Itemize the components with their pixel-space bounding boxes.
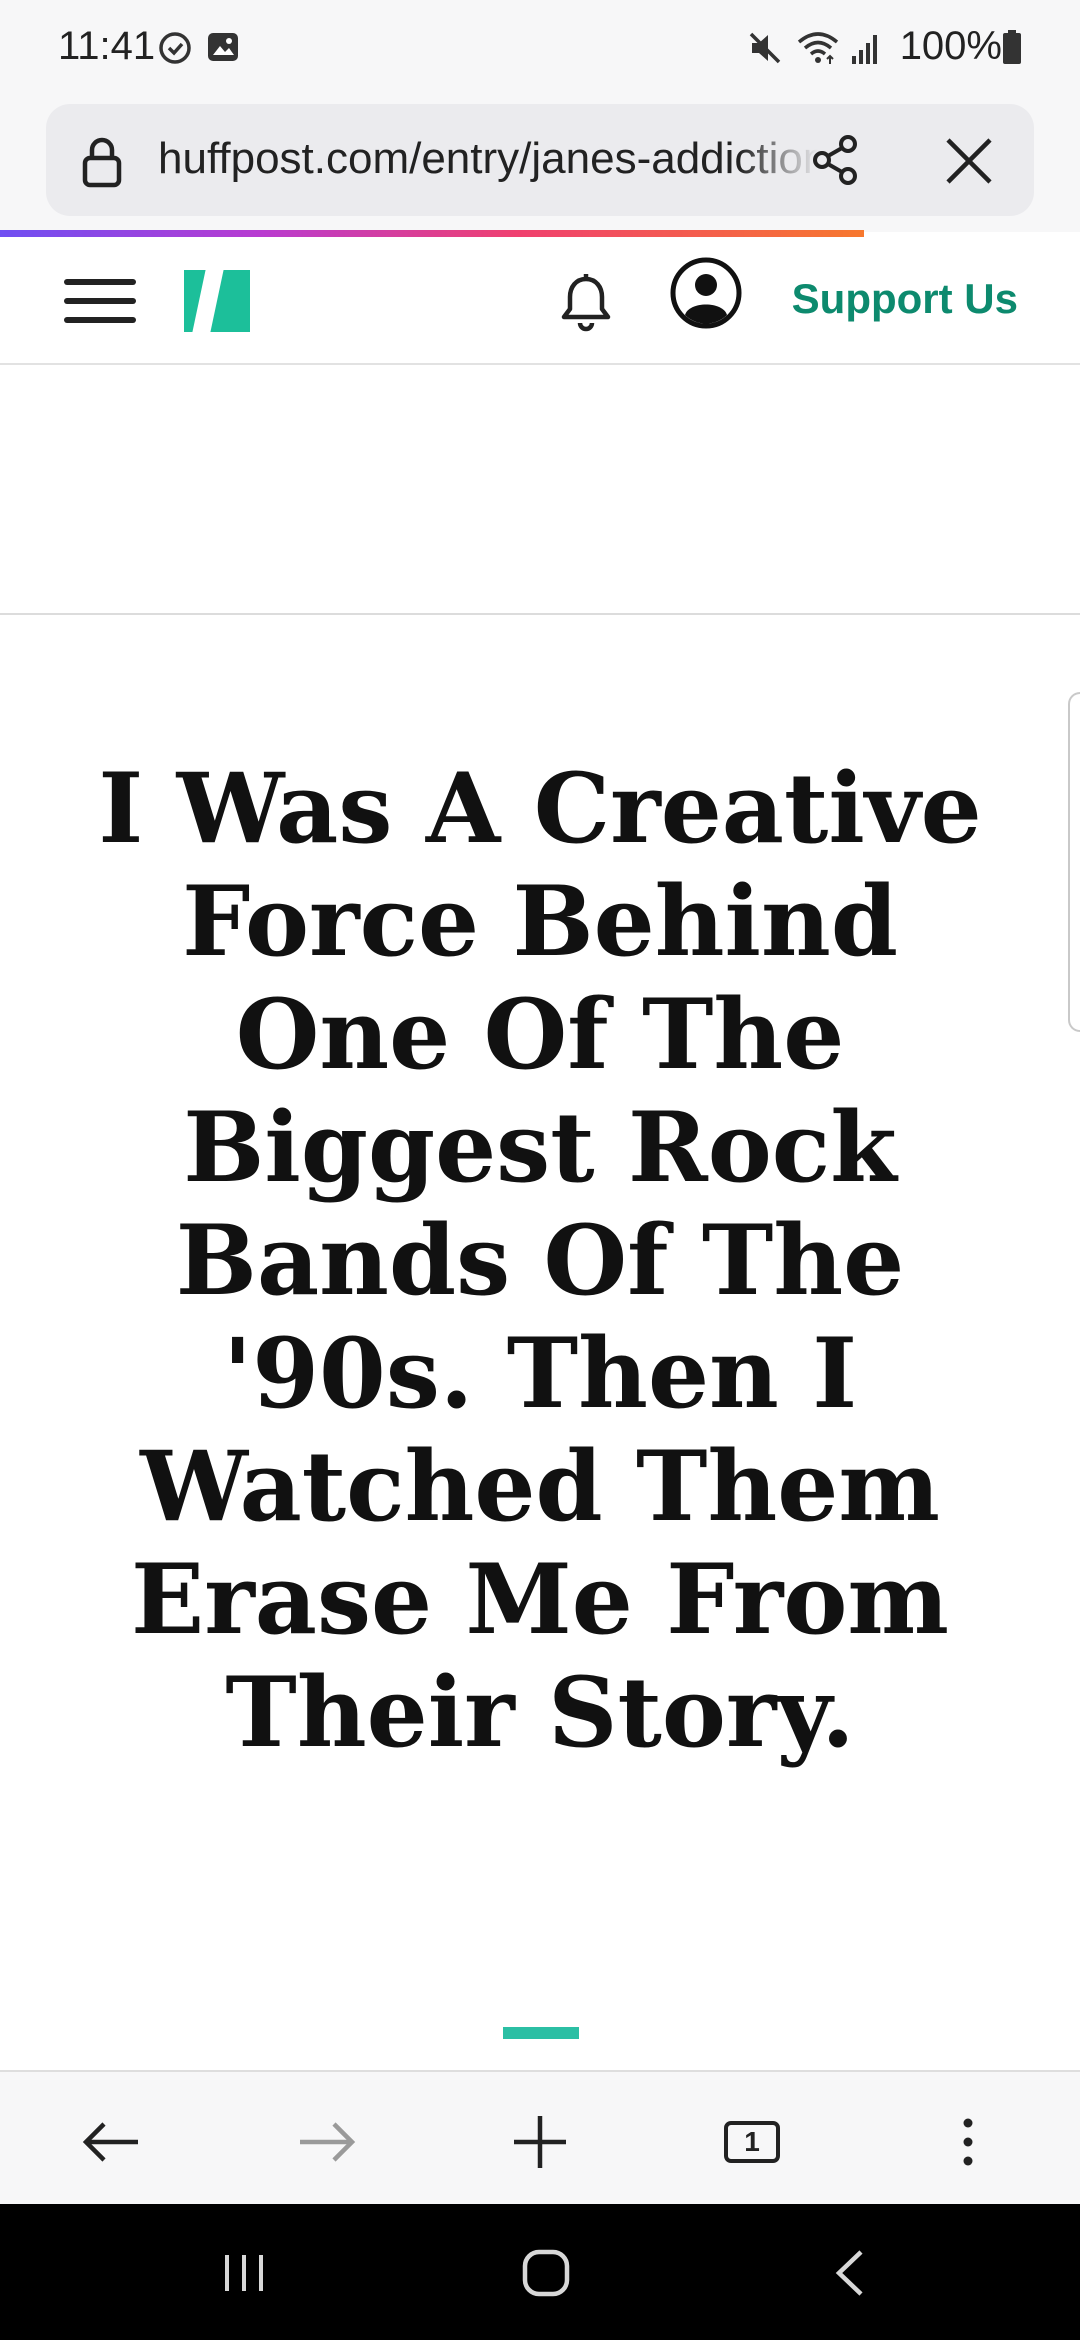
huffpost-logo[interactable] <box>184 268 250 337</box>
url-text[interactable]: huffpost.com/entry/janes-addiction <box>158 134 818 184</box>
new-tab-plus-icon[interactable] <box>500 2102 580 2182</box>
address-bar[interactable]: huffpost.com/entry/janes-addiction <box>46 104 1034 216</box>
gallery-icon <box>206 30 240 69</box>
system-nav-bar <box>0 2204 1080 2340</box>
wifi-icon <box>796 30 840 71</box>
lock-icon[interactable] <box>80 134 124 193</box>
account-icon[interactable] <box>670 257 742 334</box>
back-arrow-icon[interactable] <box>72 2102 152 2182</box>
site-header: Support Us <box>0 237 1080 365</box>
battery-percent: 100% <box>899 24 1002 68</box>
forward-arrow-icon[interactable] <box>286 2102 366 2182</box>
section-indicator <box>503 2027 579 2039</box>
browser-toolbar: 1 <box>0 2070 1080 2204</box>
status-time: 11:41 <box>58 24 156 68</box>
tab-count: 1 <box>744 2126 760 2157</box>
close-icon[interactable] <box>944 136 994 191</box>
back-icon[interactable] <box>810 2238 890 2308</box>
support-us-link[interactable]: Support Us <box>792 275 1018 323</box>
ad-slot <box>0 367 1080 615</box>
status-bar: 11:41 100% <box>0 0 1080 100</box>
share-icon[interactable] <box>808 132 864 193</box>
menu-icon[interactable] <box>64 277 136 330</box>
browser-top-bar: huffpost.com/entry/janes-addiction <box>0 100 1080 232</box>
bell-icon[interactable] <box>560 273 612 338</box>
alarm-icon <box>158 30 192 69</box>
mute-icon <box>748 30 782 71</box>
home-icon[interactable] <box>506 2238 586 2308</box>
page-load-progress <box>0 230 864 237</box>
article-headline: I Was A Creative Force Behind One Of The… <box>98 752 982 1769</box>
edge-panel-handle[interactable] <box>1068 692 1080 1032</box>
tabs-icon[interactable]: 1 <box>712 2102 792 2182</box>
signal-icon <box>850 30 880 71</box>
more-vert-icon[interactable] <box>928 2102 1008 2182</box>
battery-icon <box>1002 30 1022 69</box>
recents-icon[interactable] <box>204 2238 284 2308</box>
